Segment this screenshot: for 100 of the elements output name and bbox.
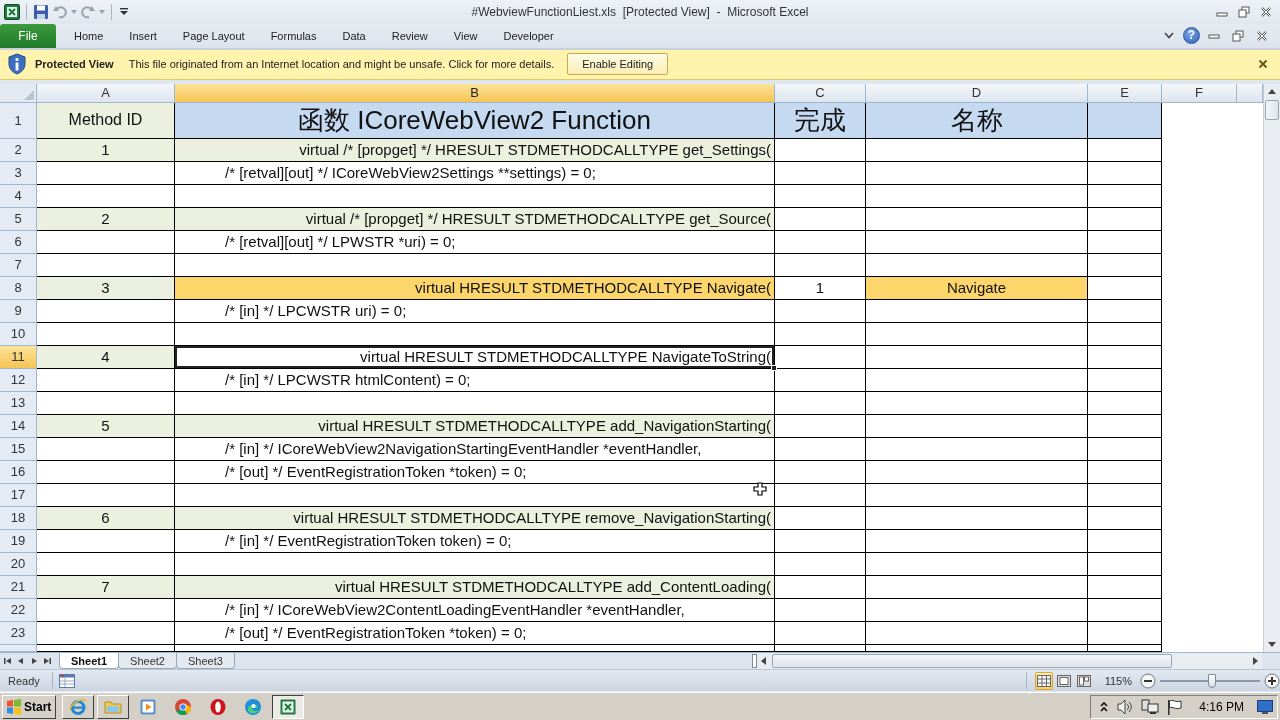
column-header[interactable]: B bbox=[175, 83, 775, 103]
table-cell: /* [retval][out] */ ICoreWebView2Settings **settings) = 0; bbox=[175, 161, 775, 185]
windows-logo-icon bbox=[6, 698, 22, 715]
row-number[interactable]: 23 bbox=[0, 621, 37, 645]
scrollbar-thumb[interactable] bbox=[1265, 99, 1279, 120]
row-number[interactable]: 17 bbox=[0, 483, 37, 507]
restore-icon[interactable] bbox=[1238, 5, 1250, 18]
fill-handle[interactable] bbox=[771, 364, 777, 371]
header-cell: 完成 bbox=[775, 102, 866, 139]
ribbon-tab[interactable]: Review bbox=[378, 23, 441, 48]
selected-cell[interactable]: virtual HRESULT STDMETHODCALLTYPE NavigateToString( bbox=[175, 345, 775, 369]
row-number[interactable]: 6 bbox=[0, 230, 37, 254]
close-icon[interactable] bbox=[1256, 29, 1268, 42]
close-icon[interactable] bbox=[1260, 5, 1272, 18]
table-cell: virtual /* [propget] */ HRESULT STDMETHODCALLTYPE get_Source( bbox=[175, 207, 775, 231]
column-header[interactable]: D bbox=[866, 83, 1088, 103]
file-tab[interactable]: File bbox=[0, 23, 56, 48]
row-number[interactable]: 20 bbox=[0, 552, 37, 576]
zoom-slider-thumb[interactable] bbox=[1208, 673, 1216, 688]
page-layout-icon bbox=[1056, 674, 1071, 687]
scrollbar-thumb[interactable] bbox=[772, 654, 1172, 669]
sheet-icon[interactable] bbox=[58, 673, 75, 688]
network-icon[interactable] bbox=[1141, 698, 1160, 715]
row-number[interactable]: 7 bbox=[0, 253, 37, 277]
scroll-right-icon[interactable] bbox=[1250, 655, 1260, 668]
table-cell: virtual HRESULT STDMETHODCALLTYPE Navigate( bbox=[175, 276, 775, 300]
view-button[interactable] bbox=[1034, 671, 1053, 690]
flag-icon[interactable] bbox=[1166, 698, 1185, 715]
enable-editing-button[interactable]: Enable Editing bbox=[567, 53, 669, 76]
first-sheet-icon[interactable] bbox=[3, 656, 13, 667]
last-sheet-icon[interactable] bbox=[42, 656, 52, 667]
spreadsheet-icon[interactable] bbox=[4, 3, 20, 20]
spreadsheet-icon bbox=[279, 697, 298, 716]
row-number[interactable]: 13 bbox=[0, 391, 37, 415]
row-number[interactable]: 9 bbox=[0, 299, 37, 323]
column-header[interactable]: A bbox=[37, 83, 175, 103]
ribbon-tab[interactable]: Developer bbox=[490, 23, 567, 48]
row-number[interactable]: 1 bbox=[0, 102, 37, 139]
row-number[interactable]: 8 bbox=[0, 276, 37, 300]
row-number[interactable]: 10 bbox=[0, 322, 37, 346]
restore-icon[interactable] bbox=[1232, 29, 1244, 42]
column-header[interactable]: F bbox=[1162, 83, 1237, 103]
splitter-handle[interactable] bbox=[752, 654, 757, 669]
scroll-left-icon[interactable] bbox=[759, 655, 769, 668]
row-number[interactable]: 19 bbox=[0, 529, 37, 553]
ribbon-tab[interactable]: Data bbox=[329, 23, 379, 48]
table-cell: virtual /* [propget] */ HRESULT STDMETHODCALLTYPE get_Settings( bbox=[175, 138, 775, 162]
table-cell: virtual HRESULT STDMETHODCALLTYPE add_NavigationStarting( bbox=[175, 414, 775, 438]
zoom-slider[interactable] bbox=[1160, 673, 1260, 688]
row-number[interactable]: 16 bbox=[0, 460, 37, 484]
close-icon[interactable] bbox=[1258, 59, 1268, 70]
chevron-up-icon[interactable] bbox=[1099, 700, 1110, 713]
header-cell: Method ID bbox=[37, 102, 175, 139]
taskbar-button[interactable] bbox=[272, 694, 305, 719]
ribbon-tab[interactable]: Page Layout bbox=[169, 23, 258, 48]
scrollbar-track[interactable] bbox=[1263, 83, 1280, 653]
sheet-tab[interactable]: Sheet2 bbox=[118, 653, 177, 670]
chevron-icon[interactable] bbox=[1164, 32, 1174, 40]
table-cell: 2 bbox=[37, 207, 175, 231]
show-desktop-icon[interactable] bbox=[1257, 699, 1273, 714]
media-player-icon bbox=[139, 697, 158, 716]
customize-toolbar-icon[interactable] bbox=[120, 8, 128, 16]
move-cursor-icon bbox=[753, 481, 767, 496]
zoom-level[interactable]: 115% bbox=[1104, 674, 1132, 687]
column-header[interactable]: E bbox=[1088, 83, 1162, 103]
table-cell: Navigate bbox=[866, 276, 1088, 300]
previous-sheet-icon[interactable] bbox=[16, 656, 26, 667]
sheet-tab[interactable]: Sheet1 bbox=[59, 653, 120, 670]
row-number[interactable]: 11 bbox=[0, 345, 37, 369]
ribbon-tab[interactable]: Home bbox=[61, 23, 117, 48]
row-number[interactable]: 3 bbox=[0, 161, 37, 185]
ribbon-tab[interactable]: View bbox=[440, 23, 491, 48]
column-header[interactable]: C bbox=[775, 83, 866, 103]
row-number[interactable]: 14 bbox=[0, 414, 37, 438]
row-number[interactable]: 15 bbox=[0, 437, 37, 461]
speaker-icon[interactable] bbox=[1116, 698, 1135, 715]
save-icon[interactable] bbox=[33, 3, 49, 20]
ribbon-tab[interactable]: Formulas bbox=[257, 23, 330, 48]
normal-view-icon bbox=[1036, 674, 1051, 687]
header-cell: 名称 bbox=[866, 102, 1088, 139]
row-number[interactable]: 2 bbox=[0, 138, 37, 162]
start-button[interactable]: Start bbox=[2, 694, 57, 719]
browser-icon bbox=[69, 697, 88, 716]
table-cell: 5 bbox=[37, 414, 175, 438]
table-cell: 1 bbox=[37, 138, 175, 162]
row-number[interactable]: 18 bbox=[0, 506, 37, 530]
row-number[interactable]: 22 bbox=[0, 598, 37, 622]
clock-time[interactable]: 4:16 PM bbox=[1199, 699, 1244, 714]
row-number[interactable]: 12 bbox=[0, 368, 37, 392]
row-number[interactable]: 21 bbox=[0, 575, 37, 599]
protected-view-message[interactable]: This file originated from an Internet location and might be unsafe. Click for more details. bbox=[128, 58, 555, 71]
sheet-tab[interactable]: Sheet3 bbox=[175, 653, 235, 670]
zoom-in-icon[interactable] bbox=[1264, 672, 1280, 689]
zoom-out-icon[interactable] bbox=[1140, 672, 1156, 689]
row-number[interactable]: 5 bbox=[0, 207, 37, 231]
protected-view-title: Protected View bbox=[35, 58, 114, 71]
row-number[interactable]: 4 bbox=[0, 184, 37, 208]
ribbon-tab[interactable]: Insert bbox=[116, 23, 170, 48]
table-cell: /* [in] */ LPCWSTR uri) = 0; bbox=[175, 299, 775, 323]
next-sheet-icon[interactable] bbox=[29, 656, 39, 667]
